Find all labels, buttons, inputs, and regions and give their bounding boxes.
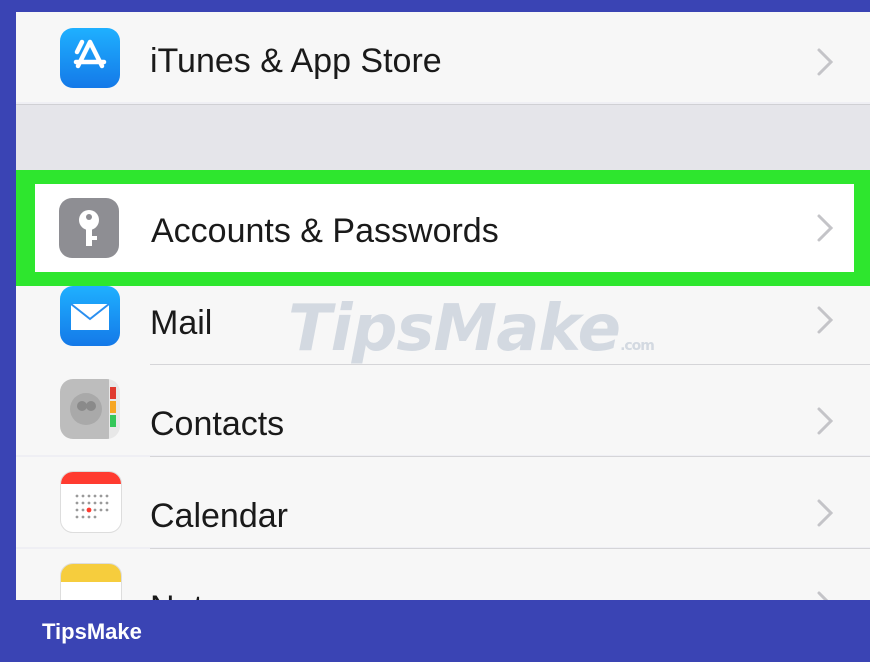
chevron-right-icon [817,214,834,242]
notes-icon [60,563,122,600]
key-icon [59,198,119,258]
highlight-frame: Accounts & Passwords [16,170,870,286]
settings-row-label: Calendar [150,497,288,535]
footer-brand: TipsMake [42,619,142,644]
group-separator [16,104,870,176]
mail-icon [60,286,120,346]
settings-row-label: Notes [150,589,239,600]
settings-row-label: Contacts [150,405,285,443]
settings-row-label: Mail [150,304,213,342]
chevron-right-icon [817,591,829,600]
settings-row-accounts-passwords[interactable]: Accounts & Passwords [35,184,854,272]
settings-row-label: Accounts & Passwords [151,212,499,250]
footer-bar: TipsMake [0,600,870,662]
chevron-right-icon [817,48,834,76]
app-store-icon [60,28,120,88]
watermark: TipsMake.com [288,292,655,366]
settings-row-calendar[interactable]: Calendar [16,457,870,547]
contacts-icon [60,379,120,439]
settings-row-itunes-app-store[interactable]: iTunes & App Store [16,12,870,102]
settings-row-contacts[interactable]: Contacts [16,365,870,455]
chevron-right-icon [817,306,834,334]
chevron-right-icon [817,499,834,527]
settings-screen: iTunes & App Store Accounts & Passwords [16,12,870,600]
calendar-icon [60,471,122,533]
settings-row-notes[interactable]: Notes [16,549,870,600]
chevron-right-icon [817,407,834,435]
settings-row-label: iTunes & App Store [150,42,442,80]
